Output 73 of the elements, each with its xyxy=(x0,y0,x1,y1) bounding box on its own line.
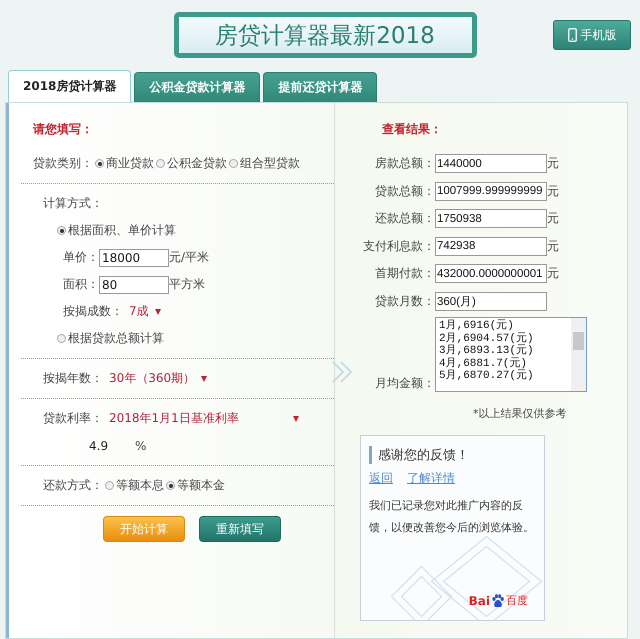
unit-label: 元 xyxy=(547,238,559,255)
chevron-icon xyxy=(331,360,355,384)
monthly-payments-text: 1月,6916(元) 2月,6904.57(元) 3月,6893.13(元) 4月,6881.7(元) 5月,6870.27(元) xyxy=(438,318,535,384)
unit-label: 元 xyxy=(547,182,559,200)
feedback-text: 我们已记录您对此推广内容的反馈，以便改善您今后的浏览体验。 xyxy=(369,498,535,536)
radio-button[interactable] xyxy=(57,226,66,235)
calculator-tab[interactable]: 提前还贷计算器 xyxy=(263,72,378,102)
result-field[interactable]: 1440000 xyxy=(435,154,547,174)
area-field[interactable]: 80 xyxy=(99,276,169,294)
caret-icon xyxy=(293,416,299,422)
unit-label: 元 xyxy=(547,155,559,172)
radio-button[interactable] xyxy=(166,481,175,490)
result-field[interactable]: 742938 xyxy=(435,236,547,256)
unit-price-field[interactable]: 18000 xyxy=(99,248,169,266)
result-field[interactable]: 1750938 xyxy=(435,209,547,228)
down-ratio-select[interactable]: 7成 xyxy=(129,303,149,320)
radio-button[interactable] xyxy=(95,159,104,168)
paw-icon xyxy=(491,594,505,608)
result-label: 首期付款： xyxy=(374,265,435,282)
unit-label: 元/平米 xyxy=(169,249,210,266)
option-label: 公积金贷款 xyxy=(167,155,227,172)
result-label: 还款总额： xyxy=(374,210,435,228)
brand-text: Bai xyxy=(468,594,490,608)
result-label: 贷款总额： xyxy=(374,182,435,200)
option-label: 等额本息 xyxy=(116,477,164,494)
caret-icon xyxy=(154,308,161,314)
result-label: 贷款月数： xyxy=(374,292,435,310)
option-label: 等额本金 xyxy=(177,477,225,494)
feedback-title: 感谢您的反馈！ xyxy=(369,446,536,464)
scrollbar[interactable] xyxy=(571,318,586,391)
phone-icon xyxy=(568,28,576,42)
mobile-version-button[interactable]: 手机版 xyxy=(553,20,631,50)
field-label: 单价： xyxy=(63,249,99,266)
radio-button[interactable] xyxy=(156,159,165,168)
radio-button[interactable] xyxy=(57,334,66,343)
result-label: 房款总额： xyxy=(374,155,435,172)
field-label: 贷款类别： xyxy=(33,155,93,172)
field-label: 贷款利率： xyxy=(43,410,103,427)
unit-label: 元 xyxy=(547,210,559,228)
rate-value: 4.9 xyxy=(89,438,110,452)
calculator-tab[interactable]: 2018房贷计算器 xyxy=(8,70,132,102)
rate-select[interactable]: 2018年1月1日基准利率 xyxy=(109,410,287,427)
unit-label: 平方米 xyxy=(169,276,205,293)
option-label: 组合型贷款 xyxy=(240,155,300,172)
field-label: 按揭成数： xyxy=(63,303,123,320)
radio-button[interactable] xyxy=(105,481,114,490)
option-label: 根据贷款总额计算 xyxy=(68,330,164,347)
years-select[interactable]: 30年（360期） xyxy=(109,370,196,387)
result-field[interactable]: 1007999.999999999 xyxy=(435,182,547,201)
field-label: 按揭年数： xyxy=(43,370,103,387)
calculator-tab[interactable]: 公积金贷款计算器 xyxy=(134,72,260,102)
option-label: 商业贷款 xyxy=(106,155,154,172)
brand-text: 百度 xyxy=(506,593,528,608)
field-label: 面积： xyxy=(63,276,99,293)
form-heading: 请您填写： xyxy=(33,121,94,138)
option-label: 根据面积、单价计算 xyxy=(68,222,176,239)
page-title: 房贷计算器最新2018 xyxy=(174,12,476,58)
field-label: 计算方式： xyxy=(43,195,103,212)
results-heading: 查看结果： xyxy=(382,121,443,138)
feedback-link[interactable]: 了解详情 xyxy=(407,470,455,487)
radio-button[interactable] xyxy=(229,159,238,168)
caret-icon xyxy=(201,376,208,382)
feedback-link[interactable]: 返回 xyxy=(369,470,393,487)
unit-label: % xyxy=(135,438,146,452)
result-field[interactable]: 432000.0000000001 xyxy=(435,264,547,284)
result-label: 月均金额： xyxy=(374,375,435,392)
result-label: 支付利息款： xyxy=(362,238,435,255)
result-field[interactable]: 360(月) xyxy=(435,292,547,311)
disclaimer-note: *以上结果仅供参考 xyxy=(473,406,568,421)
monthly-payments-box[interactable]: 1月,6916(元) 2月,6904.57(元) 3月,6893.13(元) 4月,6881.7(元) 5月,6870.27(元) xyxy=(435,317,587,392)
unit-label: 元 xyxy=(547,265,559,282)
field-label: 还款方式： xyxy=(43,477,103,494)
reset-button[interactable]: 重新填写 xyxy=(199,516,281,542)
